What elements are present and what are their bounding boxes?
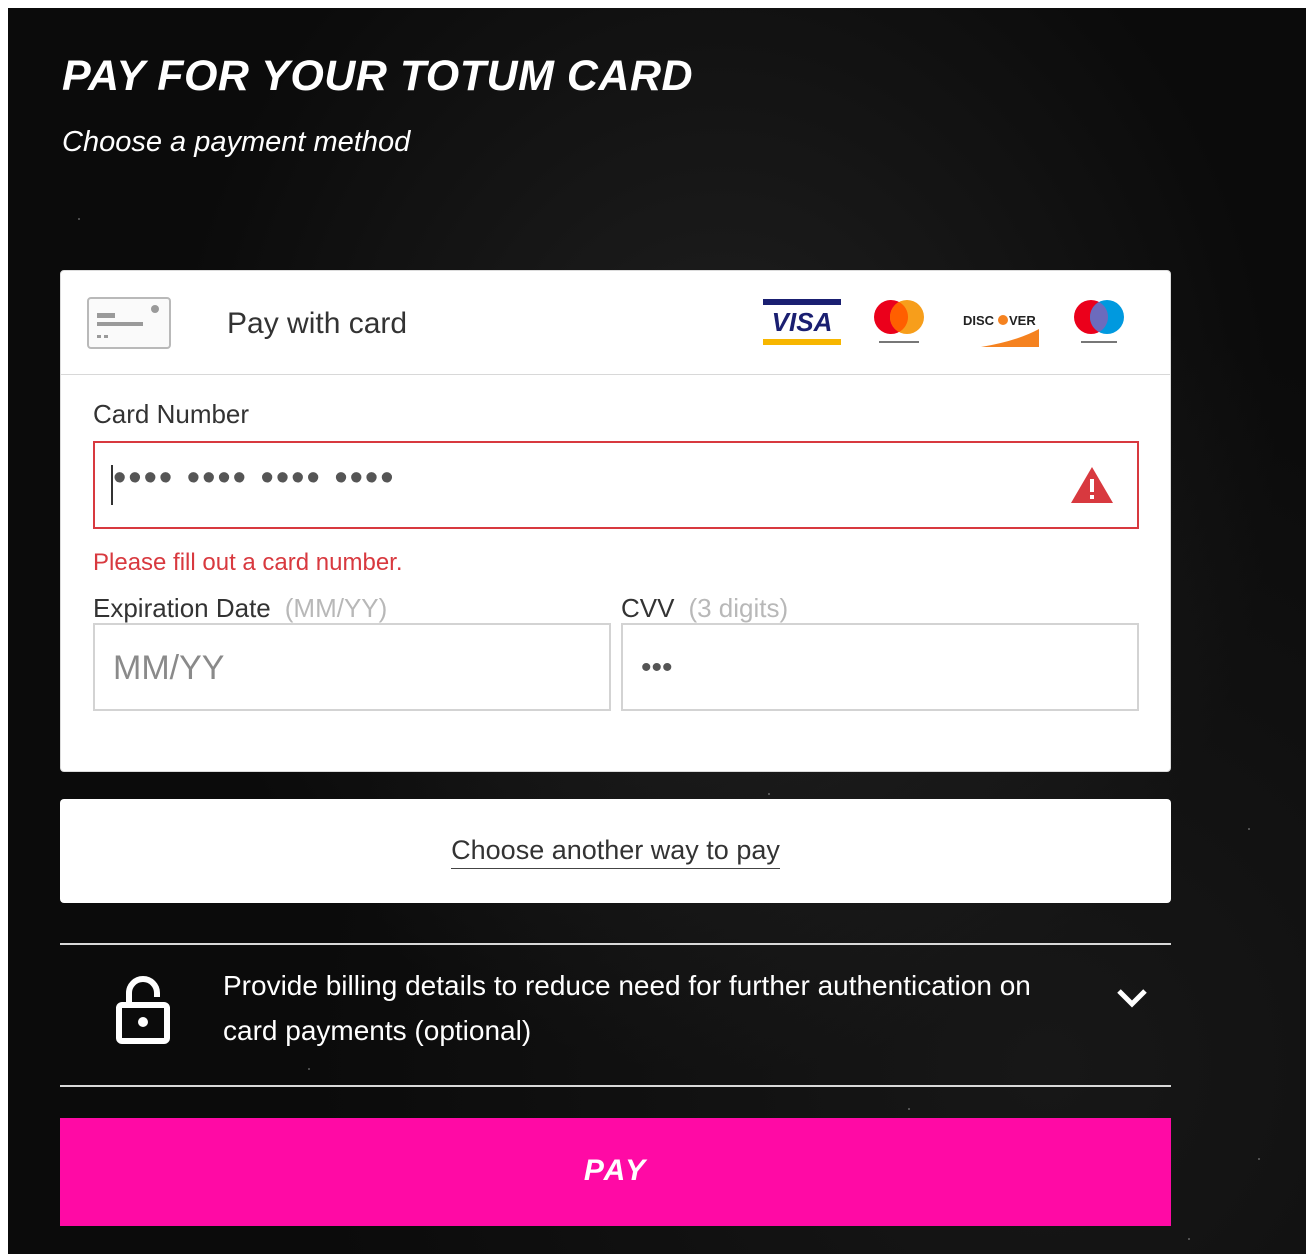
credit-card-icon: [87, 297, 171, 349]
background-speck: [1188, 1238, 1190, 1240]
card-number-label: Card Number: [93, 399, 250, 429]
divider: [60, 1085, 1171, 1087]
visa-logo: VISA: [761, 297, 843, 349]
unlock-icon: [115, 975, 171, 1050]
background-speck: [78, 218, 80, 220]
mastercard-logo: [867, 297, 931, 349]
choose-another-way-label: Choose another way to pay: [451, 835, 780, 869]
svg-text:VISA: VISA: [772, 307, 833, 337]
billing-details-toggle[interactable]: Provide billing details to reduce need f…: [60, 945, 1171, 1085]
choose-another-way-button[interactable]: Choose another way to pay: [60, 799, 1171, 903]
page-subtitle: Choose a payment method: [62, 126, 411, 158]
svg-text:VER: VER: [1009, 313, 1036, 328]
card-panel-header[interactable]: Pay with card VISA DISC VER: [61, 271, 1170, 375]
expiration-placeholder: MM/YY: [113, 649, 225, 687]
warning-triangle-icon: [1069, 465, 1115, 514]
pay-button[interactable]: PAY: [60, 1118, 1171, 1226]
discover-logo: DISC VER: [961, 297, 1043, 349]
card-number-error: Please fill out a card number.: [93, 549, 403, 576]
card-number-input[interactable]: •••• •••• •••• ••••: [93, 441, 1139, 529]
background-speck: [1248, 828, 1250, 830]
page-background: PAY FOR YOUR TOTUM CARD Choose a payment…: [8, 8, 1306, 1254]
expiration-date-label: Expiration Date (MM/YY): [93, 593, 387, 624]
card-number-placeholder: •••• •••• •••• ••••: [113, 457, 396, 499]
background-speck: [768, 793, 770, 795]
background-speck: [1258, 1158, 1260, 1160]
card-payment-panel: Pay with card VISA DISC VER Card Number …: [60, 270, 1171, 772]
cvv-hint: (3 digits): [688, 593, 789, 623]
expiration-hint: (MM/YY): [284, 593, 388, 623]
billing-details-text: Provide billing details to reduce need f…: [223, 970, 1031, 1046]
cvv-label: CVV (3 digits): [621, 593, 788, 624]
expiration-label-text: Expiration Date: [93, 593, 271, 623]
pay-button-label: PAY: [583, 1154, 648, 1187]
page-title: PAY FOR YOUR TOTUM CARD: [62, 52, 694, 100]
maestro-logo: [1067, 297, 1131, 349]
cvv-label-text: CVV: [621, 593, 675, 623]
cvv-input[interactable]: •••: [621, 623, 1139, 711]
background-speck: [908, 1108, 910, 1110]
expiration-date-input[interactable]: MM/YY: [93, 623, 611, 711]
cvv-placeholder: •••: [641, 651, 673, 684]
chevron-down-icon[interactable]: [1115, 987, 1149, 1014]
pay-with-card-label: Pay with card: [227, 307, 408, 340]
svg-text:DISC: DISC: [963, 313, 995, 328]
